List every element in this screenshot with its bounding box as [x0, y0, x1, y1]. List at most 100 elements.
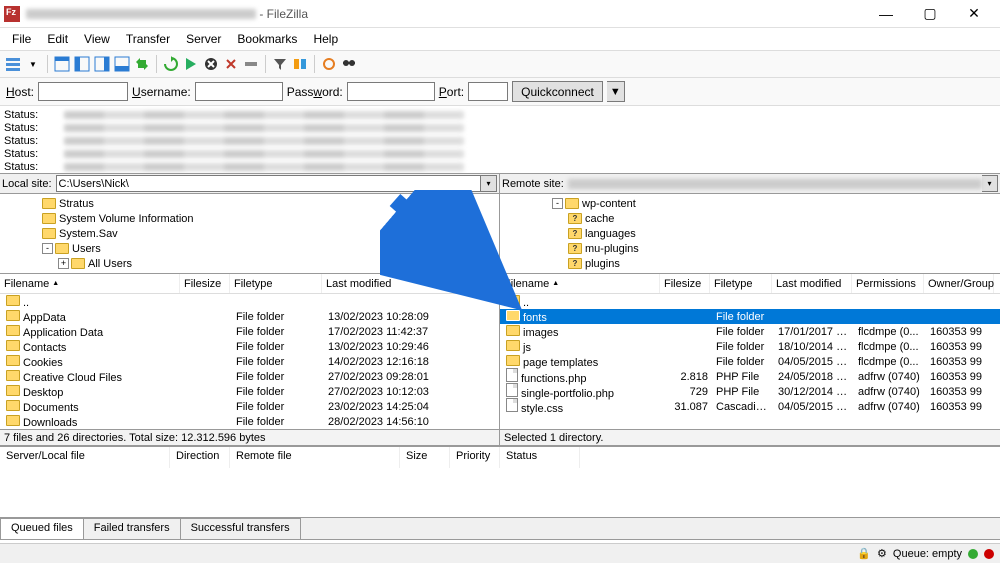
- queue-col[interactable]: Direction: [170, 447, 230, 468]
- refresh-icon[interactable]: [162, 55, 180, 73]
- tree-item[interactable]: ?mu-plugins: [502, 241, 998, 256]
- sitemanager-icon[interactable]: [4, 55, 22, 73]
- tree-toggle[interactable]: +: [58, 273, 69, 274]
- compare-icon[interactable]: [291, 55, 309, 73]
- file-name: AppData: [23, 312, 66, 324]
- menu-transfer[interactable]: Transfer: [118, 30, 178, 48]
- remote-site-dropdown[interactable]: ▾: [982, 175, 998, 192]
- local-site-input[interactable]: [56, 175, 481, 192]
- file-row[interactable]: DesktopFile folder27/02/2023 10:12:03: [0, 384, 499, 399]
- file-row[interactable]: DownloadsFile folder28/02/2023 14:56:10: [0, 414, 499, 429]
- settings-icon[interactable]: ⚙: [877, 547, 887, 560]
- toggle-localtree-icon[interactable]: [73, 55, 91, 73]
- menu-help[interactable]: Help: [305, 30, 346, 48]
- status-text-blurred: [64, 163, 464, 171]
- tree-item[interactable]: ?cache: [502, 211, 998, 226]
- file-row[interactable]: ContactsFile folder13/02/2023 10:29:46: [0, 339, 499, 354]
- window-title: - FileZilla: [26, 7, 864, 21]
- menu-view[interactable]: View: [76, 30, 118, 48]
- file-row[interactable]: page templatesFile folder04/05/2015 19:.…: [500, 354, 1000, 369]
- maximize-button[interactable]: ▢: [908, 0, 952, 28]
- tree-toggle[interactable]: -: [42, 243, 53, 254]
- menu-file[interactable]: File: [4, 30, 39, 48]
- tab-successful-transfers[interactable]: Successful transfers: [180, 518, 301, 539]
- tree-toggle[interactable]: +: [58, 258, 69, 269]
- host-input[interactable]: [38, 82, 128, 101]
- col-mod[interactable]: Last modified: [772, 274, 852, 293]
- queue-col[interactable]: Status: [500, 447, 580, 468]
- col-perm[interactable]: Permissions: [852, 274, 924, 293]
- col-type[interactable]: Filetype: [710, 274, 772, 293]
- file-row[interactable]: ..: [500, 294, 1000, 309]
- tree-item[interactable]: System.Sav: [2, 226, 497, 241]
- password-label: Password:: [287, 85, 343, 99]
- toggle-log-icon[interactable]: [53, 55, 71, 73]
- queue-col[interactable]: Priority: [450, 447, 500, 468]
- col-mod[interactable]: Last modified: [322, 274, 492, 293]
- file-row[interactable]: CookiesFile folder14/02/2023 12:16:18: [0, 354, 499, 369]
- file-row[interactable]: DocumentsFile folder23/02/2023 14:25:04: [0, 399, 499, 414]
- sync-browsing-icon[interactable]: [133, 55, 151, 73]
- tree-item[interactable]: ?themes: [502, 271, 998, 274]
- process-queue-icon[interactable]: [182, 55, 200, 73]
- tree-item[interactable]: +Default: [2, 271, 497, 274]
- file-row[interactable]: ..: [0, 294, 499, 309]
- tree-item[interactable]: -Users: [2, 241, 497, 256]
- toggle-queue-icon[interactable]: [113, 55, 131, 73]
- queue-col[interactable]: Server/Local file: [0, 447, 170, 468]
- col-name[interactable]: Filename▲: [0, 274, 180, 293]
- file-row[interactable]: Creative Cloud FilesFile folder27/02/202…: [0, 369, 499, 384]
- col-type[interactable]: Filetype: [230, 274, 322, 293]
- col-size[interactable]: Filesize: [660, 274, 710, 293]
- folder-icon: [506, 340, 520, 351]
- cancel-icon[interactable]: [202, 55, 220, 73]
- toolbar: ▼: [0, 50, 1000, 78]
- tree-item[interactable]: -wp-content: [502, 196, 998, 211]
- folder-icon: [6, 400, 20, 411]
- close-button[interactable]: ✕: [952, 0, 996, 28]
- toggle-remotetree-icon[interactable]: [93, 55, 111, 73]
- file-row[interactable]: functions.php2.818PHP File24/05/2018 13:…: [500, 369, 1000, 384]
- file-row[interactable]: AppDataFile folder13/02/2023 10:28:09: [0, 309, 499, 324]
- disconnect-icon[interactable]: [222, 55, 240, 73]
- folder-icon: [565, 198, 579, 209]
- status-label: Status:: [4, 109, 64, 121]
- filter-icon[interactable]: [271, 55, 289, 73]
- autoscroll-icon[interactable]: [320, 55, 338, 73]
- file-row[interactable]: jsFile folder18/10/2014 15:...flcdmpe (0…: [500, 339, 1000, 354]
- tree-item[interactable]: System Volume Information: [2, 211, 497, 226]
- menu-edit[interactable]: Edit: [39, 30, 76, 48]
- file-row[interactable]: imagesFile folder17/01/2017 17:...flcdmp…: [500, 324, 1000, 339]
- file-row[interactable]: Application DataFile folder17/02/2023 11…: [0, 324, 499, 339]
- find-icon[interactable]: [340, 55, 358, 73]
- queue-col[interactable]: Remote file: [230, 447, 400, 468]
- tab-queued-files[interactable]: Queued files: [0, 518, 84, 539]
- file-row[interactable]: fontsFile folder: [500, 309, 1000, 324]
- username-input[interactable]: [195, 82, 283, 101]
- tab-failed-transfers[interactable]: Failed transfers: [83, 518, 181, 539]
- file-row[interactable]: style.css31.087Cascading ...04/05/2015 1…: [500, 399, 1000, 414]
- minimize-button[interactable]: —: [864, 0, 908, 28]
- folder-unknown-icon: ?: [568, 213, 582, 224]
- password-input[interactable]: [347, 82, 435, 101]
- tree-toggle[interactable]: -: [552, 198, 563, 209]
- tree-item[interactable]: ?plugins: [502, 256, 998, 271]
- col-name[interactable]: Filename▲: [500, 274, 660, 293]
- col-size[interactable]: Filesize: [180, 274, 230, 293]
- quickconnect-dropdown[interactable]: ▼: [607, 81, 625, 102]
- tree-item[interactable]: +All Users: [2, 256, 497, 271]
- local-site-dropdown[interactable]: ▾: [481, 175, 497, 192]
- tree-item[interactable]: ?languages: [502, 226, 998, 241]
- tree-item[interactable]: Stratus: [2, 196, 497, 211]
- col-own[interactable]: Owner/Group: [924, 274, 994, 293]
- file-row[interactable]: single-portfolio.php729PHP File30/12/201…: [500, 384, 1000, 399]
- menu-server[interactable]: Server: [178, 30, 229, 48]
- quickconnect-button[interactable]: Quickconnect: [512, 81, 603, 102]
- reconnect-icon[interactable]: [242, 55, 260, 73]
- port-input[interactable]: [468, 82, 508, 101]
- sitemanager-dropdown-icon[interactable]: ▼: [24, 55, 42, 73]
- queue-col[interactable]: Size: [400, 447, 450, 468]
- menu-bookmarks[interactable]: Bookmarks: [229, 30, 305, 48]
- file-name: js: [523, 342, 531, 354]
- status-label: Status:: [4, 161, 64, 173]
